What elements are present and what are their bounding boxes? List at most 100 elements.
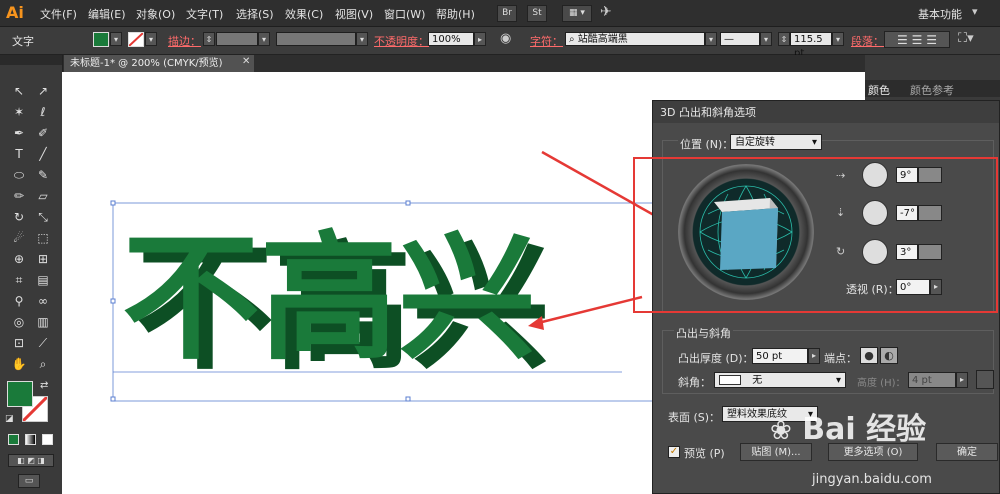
cap-off-icon[interactable]: ◐ bbox=[880, 347, 898, 364]
stroke-dropdown-icon[interactable]: ▾ bbox=[145, 32, 157, 46]
variable-width-profile[interactable] bbox=[276, 32, 356, 46]
preview-checkbox[interactable]: ✓ bbox=[668, 446, 680, 458]
text-warp-icon[interactable]: ⛶▾ bbox=[958, 31, 974, 46]
stock-icon[interactable]: St bbox=[527, 5, 547, 22]
tab-color-guide[interactable]: 颜色参考 bbox=[910, 82, 954, 98]
position-select[interactable]: 自定旋转 ▾ bbox=[730, 134, 822, 150]
workspace-switcher[interactable]: 基本功能 bbox=[918, 6, 962, 22]
direct-selection-tool-icon[interactable]: ↗ bbox=[34, 82, 52, 100]
screen-mode-icon[interactable]: ▭ bbox=[18, 474, 40, 488]
menu-type[interactable]: 文字(T) bbox=[186, 6, 223, 22]
paintbrush-tool-icon[interactable]: ✎ bbox=[34, 166, 52, 184]
font-family-value: 站酷高端黑 bbox=[577, 34, 628, 45]
cap-label: 端点： bbox=[824, 352, 857, 365]
draw-mode-icon[interactable]: ◧ ◩ ◨ bbox=[8, 454, 54, 467]
selection-handle bbox=[110, 200, 116, 206]
bevel-select-value: 无 bbox=[752, 375, 763, 386]
menu-object[interactable]: 对象(O) bbox=[136, 6, 175, 22]
symbol-sprayer-tool-icon[interactable]: ◎ bbox=[10, 313, 28, 331]
none-mode-icon[interactable] bbox=[42, 434, 53, 445]
menu-window[interactable]: 窗口(W) bbox=[384, 6, 425, 22]
slice-tool-icon[interactable]: ⟋ bbox=[34, 334, 52, 352]
zoom-tool-icon[interactable]: ⌕ bbox=[34, 355, 52, 373]
shape-builder-tool-icon[interactable]: ⊕ bbox=[10, 250, 28, 268]
stroke-swatch[interactable] bbox=[128, 32, 144, 47]
character-label[interactable]: 字符： bbox=[530, 33, 563, 49]
gradient-tool-icon[interactable]: ▤ bbox=[34, 271, 52, 289]
scale-tool-icon[interactable]: ⤡ bbox=[34, 208, 52, 226]
extrude-depth-field[interactable]: 50 pt bbox=[752, 348, 808, 364]
graph-tool-icon[interactable]: ▥ bbox=[34, 313, 52, 331]
ok-button[interactable]: 确定 bbox=[936, 443, 998, 461]
ellipse-tool-icon[interactable]: ⬭ bbox=[10, 166, 28, 184]
artboard-tool-icon[interactable]: ⊡ bbox=[10, 334, 28, 352]
color-mode-icon[interactable] bbox=[8, 434, 19, 445]
chevron-down-icon[interactable]: ▾ bbox=[972, 5, 978, 18]
menu-view[interactable]: 视图(V) bbox=[335, 6, 373, 22]
menu-edit[interactable]: 编辑(E) bbox=[88, 6, 126, 22]
gradient-mode-icon[interactable] bbox=[25, 434, 36, 445]
default-colors-icon[interactable]: ◪ bbox=[5, 414, 14, 424]
font-style-dropdown-icon[interactable]: ▾ bbox=[760, 32, 772, 46]
stroke-label[interactable]: 描边： bbox=[168, 33, 201, 49]
warp-tool-icon[interactable]: ☄ bbox=[10, 229, 28, 247]
selection-handle bbox=[405, 396, 411, 402]
menu-select[interactable]: 选择(S) bbox=[236, 6, 274, 22]
eyedropper-tool-icon[interactable]: ⚲ bbox=[10, 292, 28, 310]
extrude-depth-arrow-icon[interactable]: ▸ bbox=[808, 348, 820, 364]
opacity-arrow-icon[interactable]: ▸ bbox=[474, 32, 486, 46]
fill-color-front[interactable] bbox=[7, 381, 33, 407]
stroke-weight-dropdown-icon[interactable]: ▾ bbox=[258, 32, 270, 46]
line-tool-icon[interactable]: ╱ bbox=[34, 145, 52, 163]
bevel-height-field: 4 pt bbox=[908, 372, 956, 388]
artwork-text: 不高兴 bbox=[122, 218, 536, 379]
opacity-field[interactable]: 100% bbox=[428, 32, 474, 46]
tools-panel-header[interactable] bbox=[0, 55, 62, 65]
opacity-label[interactable]: 不透明度： bbox=[374, 33, 429, 49]
curvature-tool-icon[interactable]: ✐ bbox=[34, 124, 52, 142]
stroke-weight-field[interactable] bbox=[216, 32, 258, 46]
free-transform-tool-icon[interactable]: ⬚ bbox=[34, 229, 52, 247]
tab-color[interactable]: 颜色 bbox=[868, 82, 890, 98]
menu-help[interactable]: 帮助(H) bbox=[436, 6, 475, 22]
perspective-grid-tool-icon[interactable]: ⊞ bbox=[34, 250, 52, 268]
font-size-dropdown-icon[interactable]: ▾ bbox=[832, 32, 844, 46]
pencil-tool-icon[interactable]: ✏ bbox=[10, 187, 28, 205]
search-icon: ⌕ bbox=[569, 34, 575, 45]
bevel-select[interactable]: 无 ▾ bbox=[714, 372, 846, 388]
document-tab[interactable]: 未标题-1* @ 200% (CMYK/预览) bbox=[64, 55, 254, 72]
font-style-field[interactable]: — bbox=[720, 32, 760, 46]
bridge-icon[interactable]: Br bbox=[497, 5, 517, 22]
font-size-stepper[interactable]: ⇕ bbox=[778, 32, 790, 46]
lasso-tool-icon[interactable]: ℓ bbox=[34, 103, 52, 121]
close-tab-icon[interactable]: ✕ bbox=[242, 56, 250, 67]
cap-on-icon[interactable]: ● bbox=[860, 347, 878, 364]
rotate-tool-icon[interactable]: ↻ bbox=[10, 208, 28, 226]
mesh-tool-icon[interactable]: ⌗ bbox=[10, 271, 28, 289]
chevron-down-icon: ▾ bbox=[835, 375, 841, 386]
eraser-tool-icon[interactable]: ▱ bbox=[34, 187, 52, 205]
blend-tool-icon[interactable]: ∞ bbox=[34, 292, 52, 310]
selection-tool-icon[interactable]: ↖ bbox=[10, 82, 28, 100]
swap-colors-icon[interactable]: ⇄ bbox=[40, 380, 48, 391]
fill-swatch[interactable] bbox=[93, 32, 109, 47]
preview-label[interactable]: 预览 (P) bbox=[684, 445, 725, 461]
menu-effect[interactable]: 效果(C) bbox=[285, 6, 323, 22]
profile-dropdown-icon[interactable]: ▾ bbox=[356, 32, 368, 46]
font-family-dropdown-icon[interactable]: ▾ bbox=[705, 32, 717, 46]
hand-tool-icon[interactable]: ✋ bbox=[10, 355, 28, 373]
menu-file[interactable]: 文件(F) bbox=[40, 6, 77, 22]
pen-tool-icon[interactable]: ✒ bbox=[10, 124, 28, 142]
magic-wand-tool-icon[interactable]: ✶ bbox=[10, 103, 28, 121]
recolor-icon[interactable]: ◉ bbox=[500, 31, 511, 46]
arrange-documents-icon[interactable]: ▦ ▾ bbox=[562, 5, 592, 22]
paragraph-align-group[interactable]: ☰ ☰ ☰ bbox=[884, 31, 950, 48]
paragraph-label[interactable]: 段落： bbox=[851, 33, 884, 49]
extrude-bevel-heading: 凸出与斜角 bbox=[674, 325, 733, 341]
stroke-weight-stepper[interactable]: ⇕ bbox=[203, 32, 215, 46]
fill-dropdown-icon[interactable]: ▾ bbox=[110, 32, 122, 46]
font-size-field[interactable]: 115.5 pt bbox=[790, 32, 832, 59]
font-family-field[interactable]: ⌕ 站酷高端黑 bbox=[565, 32, 705, 46]
gpu-performance-icon[interactable]: ✈ bbox=[600, 4, 612, 20]
type-tool-icon[interactable]: T bbox=[10, 145, 28, 163]
